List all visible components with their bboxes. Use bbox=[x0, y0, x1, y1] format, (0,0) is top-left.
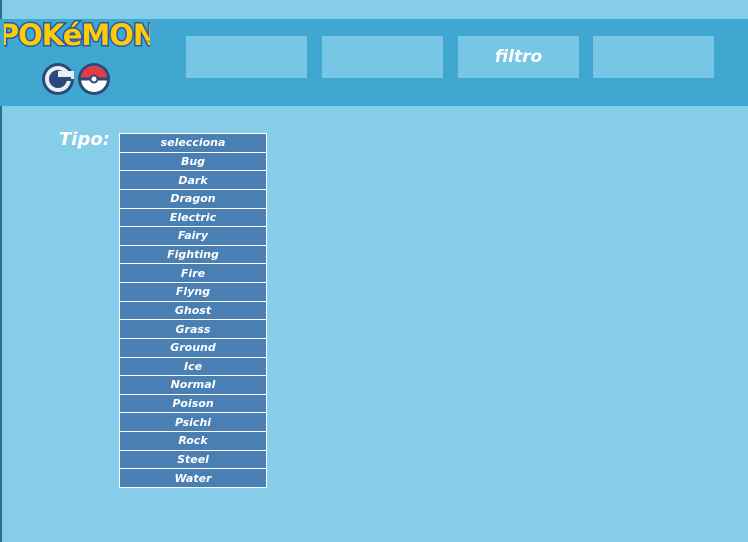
type-option[interactable]: Dark bbox=[120, 171, 266, 189]
svg-text:™: ™ bbox=[145, 40, 150, 47]
type-option[interactable]: Normal bbox=[120, 376, 266, 394]
type-option[interactable]: Fighting bbox=[120, 245, 266, 264]
nav-tab-filtro[interactable]: filtro bbox=[458, 36, 579, 78]
nav-tab-2[interactable] bbox=[322, 36, 443, 78]
type-select-list[interactable]: selecciona Bug Dark Dragon Electric Fairy Figh… bbox=[119, 133, 267, 488]
header-bar: POKéMON ™ GO filtro bbox=[0, 17, 748, 106]
type-option[interactable]: Water bbox=[120, 469, 266, 487]
type-option[interactable]: Ice bbox=[120, 357, 266, 376]
type-option[interactable]: Poison bbox=[120, 394, 266, 413]
svg-text:GO: GO bbox=[75, 100, 77, 102]
type-option[interactable]: Steel bbox=[120, 450, 266, 469]
nav-tab-4[interactable] bbox=[593, 36, 714, 78]
pokemon-go-logo: POKéMON ™ GO bbox=[4, 17, 150, 102]
type-option[interactable]: Grass bbox=[120, 320, 266, 338]
type-option[interactable]: Bug bbox=[120, 152, 266, 171]
type-option[interactable]: Ground bbox=[120, 338, 266, 357]
type-option[interactable]: Fairy bbox=[120, 227, 266, 245]
type-option[interactable]: Fire bbox=[120, 264, 266, 282]
type-option[interactable]: Electric bbox=[120, 208, 266, 227]
nav-tab-1[interactable] bbox=[186, 36, 307, 78]
type-option[interactable]: Psichi bbox=[120, 413, 266, 431]
svg-text:POKéMON: POKéMON bbox=[4, 18, 150, 52]
type-option[interactable]: selecciona bbox=[120, 134, 266, 152]
type-option[interactable]: Flyng bbox=[120, 283, 266, 301]
type-option[interactable]: Rock bbox=[120, 432, 266, 450]
type-option[interactable]: Ghost bbox=[120, 301, 266, 320]
type-filter-label: Tipo: bbox=[59, 129, 110, 150]
type-option[interactable]: Dragon bbox=[120, 189, 266, 208]
